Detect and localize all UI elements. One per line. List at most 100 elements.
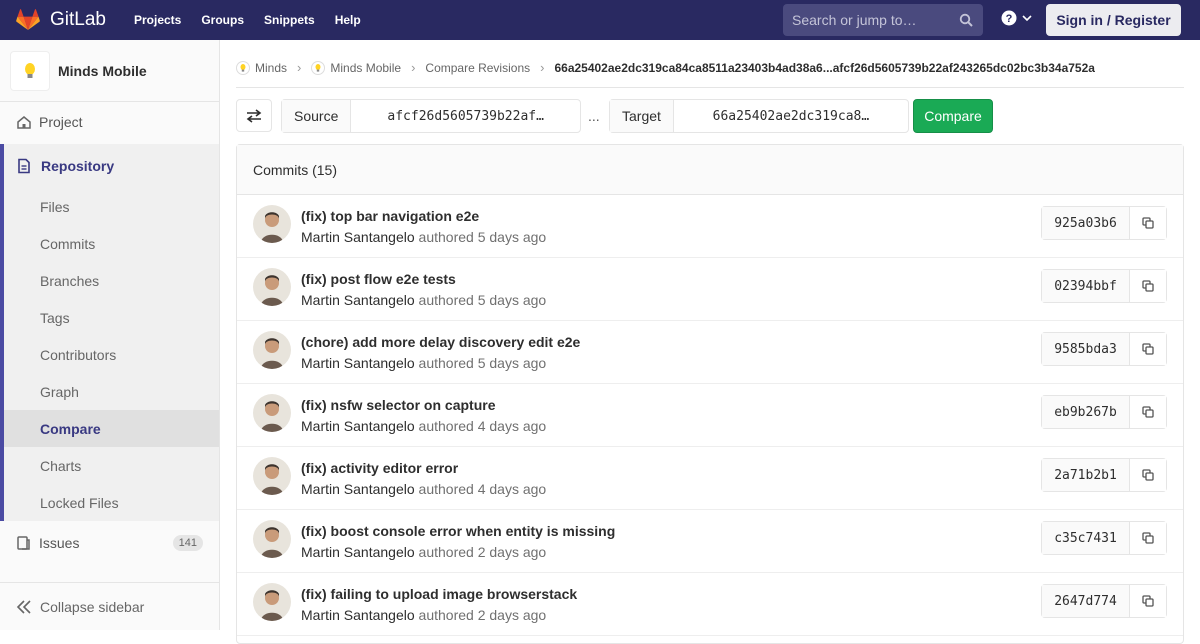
sidebar-item-compare[interactable]: Compare [4, 410, 219, 447]
commit-row: (chore) add more delay discovery edit e2… [237, 321, 1183, 384]
sidebar-item-label: Issues [39, 535, 80, 551]
home-icon [17, 116, 31, 129]
issues-count-badge: 141 [172, 535, 203, 551]
commit-time: 2 days ago [477, 607, 547, 623]
commit-title[interactable]: (fix) activity editor error [301, 460, 458, 476]
sidebar-item-graph[interactable]: Graph [4, 373, 219, 410]
avatar[interactable] [253, 457, 291, 495]
commit-meta: Martin Santangelo authored 4 days ago [301, 418, 546, 434]
commit-sha[interactable]: c35c7431 [1042, 522, 1130, 554]
commit-author[interactable]: Martin Santangelo [301, 607, 415, 623]
breadcrumb-item-minds[interactable]: Minds [236, 60, 288, 75]
commit-author[interactable]: Martin Santangelo [301, 544, 415, 560]
commit-author[interactable]: Martin Santangelo [301, 355, 415, 371]
copy-sha-button[interactable] [1130, 396, 1166, 428]
commit-sha[interactable]: 2647d774 [1042, 585, 1130, 617]
nav-groups[interactable]: Groups [201, 13, 244, 27]
collapse-sidebar-button[interactable]: Collapse sidebar [0, 582, 219, 630]
commit-sha[interactable]: 925a03b6 [1042, 207, 1130, 239]
breadcrumb-item-compare-revisions[interactable]: Compare Revisions [425, 61, 530, 75]
sidebar-item-tags[interactable]: Tags [4, 299, 219, 336]
svg-text:?: ? [1006, 13, 1013, 25]
project-avatar [10, 50, 50, 91]
sidebar-item-branches[interactable]: Branches [4, 262, 219, 299]
commit-sha-group: 02394bbf [1041, 269, 1167, 303]
sidebar-item-locked-files[interactable]: Locked Files [4, 484, 219, 521]
breadcrumb-current[interactable]: 66a25402ae2dc319ca84ca8511a23403b4ad38a6… [554, 61, 1094, 75]
sidebar-item-project[interactable]: Project [0, 102, 219, 142]
search-input[interactable]: Search or jump to… [783, 4, 983, 36]
copy-sha-button[interactable] [1130, 459, 1166, 491]
commit-sha[interactable]: 9585bda3 [1042, 333, 1130, 365]
commit-title[interactable]: (fix) nsfw selector on capture [301, 397, 495, 413]
gitlab-logo[interactable]: GitLab [16, 9, 106, 31]
commit-title[interactable]: (fix) top bar navigation e2e [301, 208, 479, 224]
copy-icon [1142, 343, 1154, 355]
commit-author[interactable]: Martin Santangelo [301, 292, 415, 308]
commit-title[interactable]: (chore) add more delay discovery edit e2… [301, 334, 580, 350]
sidebar-item-issues[interactable]: Issues 141 [0, 523, 219, 563]
source-value[interactable]: afcf26d5605739b22af… [351, 100, 580, 132]
user-avatar-icon [253, 268, 291, 306]
avatar[interactable] [253, 394, 291, 432]
user-avatar-icon [253, 520, 291, 558]
lightbulb-icon [311, 60, 326, 75]
swap-revisions-button[interactable] [236, 99, 272, 132]
commit-sha[interactable]: eb9b267b [1042, 396, 1130, 428]
nav-help[interactable]: Help [335, 13, 361, 27]
sidebar-item-commits[interactable]: Commits [4, 225, 219, 262]
copy-icon [1142, 280, 1154, 292]
target-selector[interactable]: Target 66a25402ae2dc319ca8… [609, 99, 909, 133]
question-circle-icon: ? [1001, 10, 1017, 26]
commit-title[interactable]: (fix) boost console error when entity is… [301, 523, 615, 539]
nav-snippets[interactable]: Snippets [264, 13, 315, 27]
help-dropdown[interactable]: ? [1001, 10, 1033, 26]
commit-row: (fix) boost console error when entity is… [237, 510, 1183, 573]
avatar[interactable] [253, 583, 291, 621]
commit-sha[interactable]: 02394bbf [1042, 270, 1130, 302]
commit-author[interactable]: Martin Santangelo [301, 229, 415, 245]
chevron-right-icon: › [297, 60, 302, 75]
search-placeholder: Search or jump to… [792, 12, 917, 28]
commit-time: 4 days ago [477, 481, 547, 497]
compare-button[interactable]: Compare [913, 99, 993, 133]
source-selector[interactable]: Source afcf26d5605739b22af… [281, 99, 581, 133]
breadcrumb-item-minds-mobile[interactable]: Minds Mobile [311, 60, 401, 75]
sign-in-button[interactable]: Sign in / Register [1046, 4, 1181, 36]
nav-projects[interactable]: Projects [134, 13, 181, 27]
commit-list: (fix) top bar navigation e2e Martin Sant… [237, 195, 1183, 636]
copy-sha-button[interactable] [1130, 522, 1166, 554]
double-chevron-left-icon [16, 599, 31, 614]
copy-sha-button[interactable] [1130, 207, 1166, 239]
commit-authored-label: authored [418, 544, 474, 560]
chevron-down-icon [1022, 15, 1032, 22]
avatar[interactable] [253, 268, 291, 306]
sidebar-item-contributors[interactable]: Contributors [4, 336, 219, 373]
commit-meta: Martin Santangelo authored 5 days ago [301, 292, 546, 308]
target-label: Target [610, 100, 674, 132]
avatar[interactable] [253, 205, 291, 243]
commits-panel: Commits (15) (fix) top bar navigation e2… [236, 144, 1184, 644]
breadcrumb-label: Minds [255, 60, 288, 75]
commit-sha-group: 2a71b2b1 [1041, 458, 1167, 492]
user-avatar-icon [253, 394, 291, 432]
copy-sha-button[interactable] [1130, 585, 1166, 617]
sidebar-project-header[interactable]: Minds Mobile [0, 40, 219, 102]
copy-sha-button[interactable] [1130, 270, 1166, 302]
commit-time: 2 days ago [477, 544, 547, 560]
commit-title[interactable]: (fix) failing to upload image browsersta… [301, 586, 577, 602]
sidebar-item-files[interactable]: Files [4, 188, 219, 225]
avatar[interactable] [253, 520, 291, 558]
commit-author[interactable]: Martin Santangelo [301, 481, 415, 497]
target-value[interactable]: 66a25402ae2dc319ca8… [674, 100, 908, 132]
commit-author[interactable]: Martin Santangelo [301, 418, 415, 434]
avatar[interactable] [253, 331, 291, 369]
issues-icon [17, 536, 30, 550]
sidebar-item-repository[interactable]: Repository [4, 144, 219, 188]
sidebar-item-charts[interactable]: Charts [4, 447, 219, 484]
commit-time: 5 days ago [477, 355, 547, 371]
copy-sha-button[interactable] [1130, 333, 1166, 365]
commit-title[interactable]: (fix) post flow e2e tests [301, 271, 456, 287]
commit-sha[interactable]: 2a71b2b1 [1042, 459, 1130, 491]
commit-authored-label: authored [418, 292, 474, 308]
